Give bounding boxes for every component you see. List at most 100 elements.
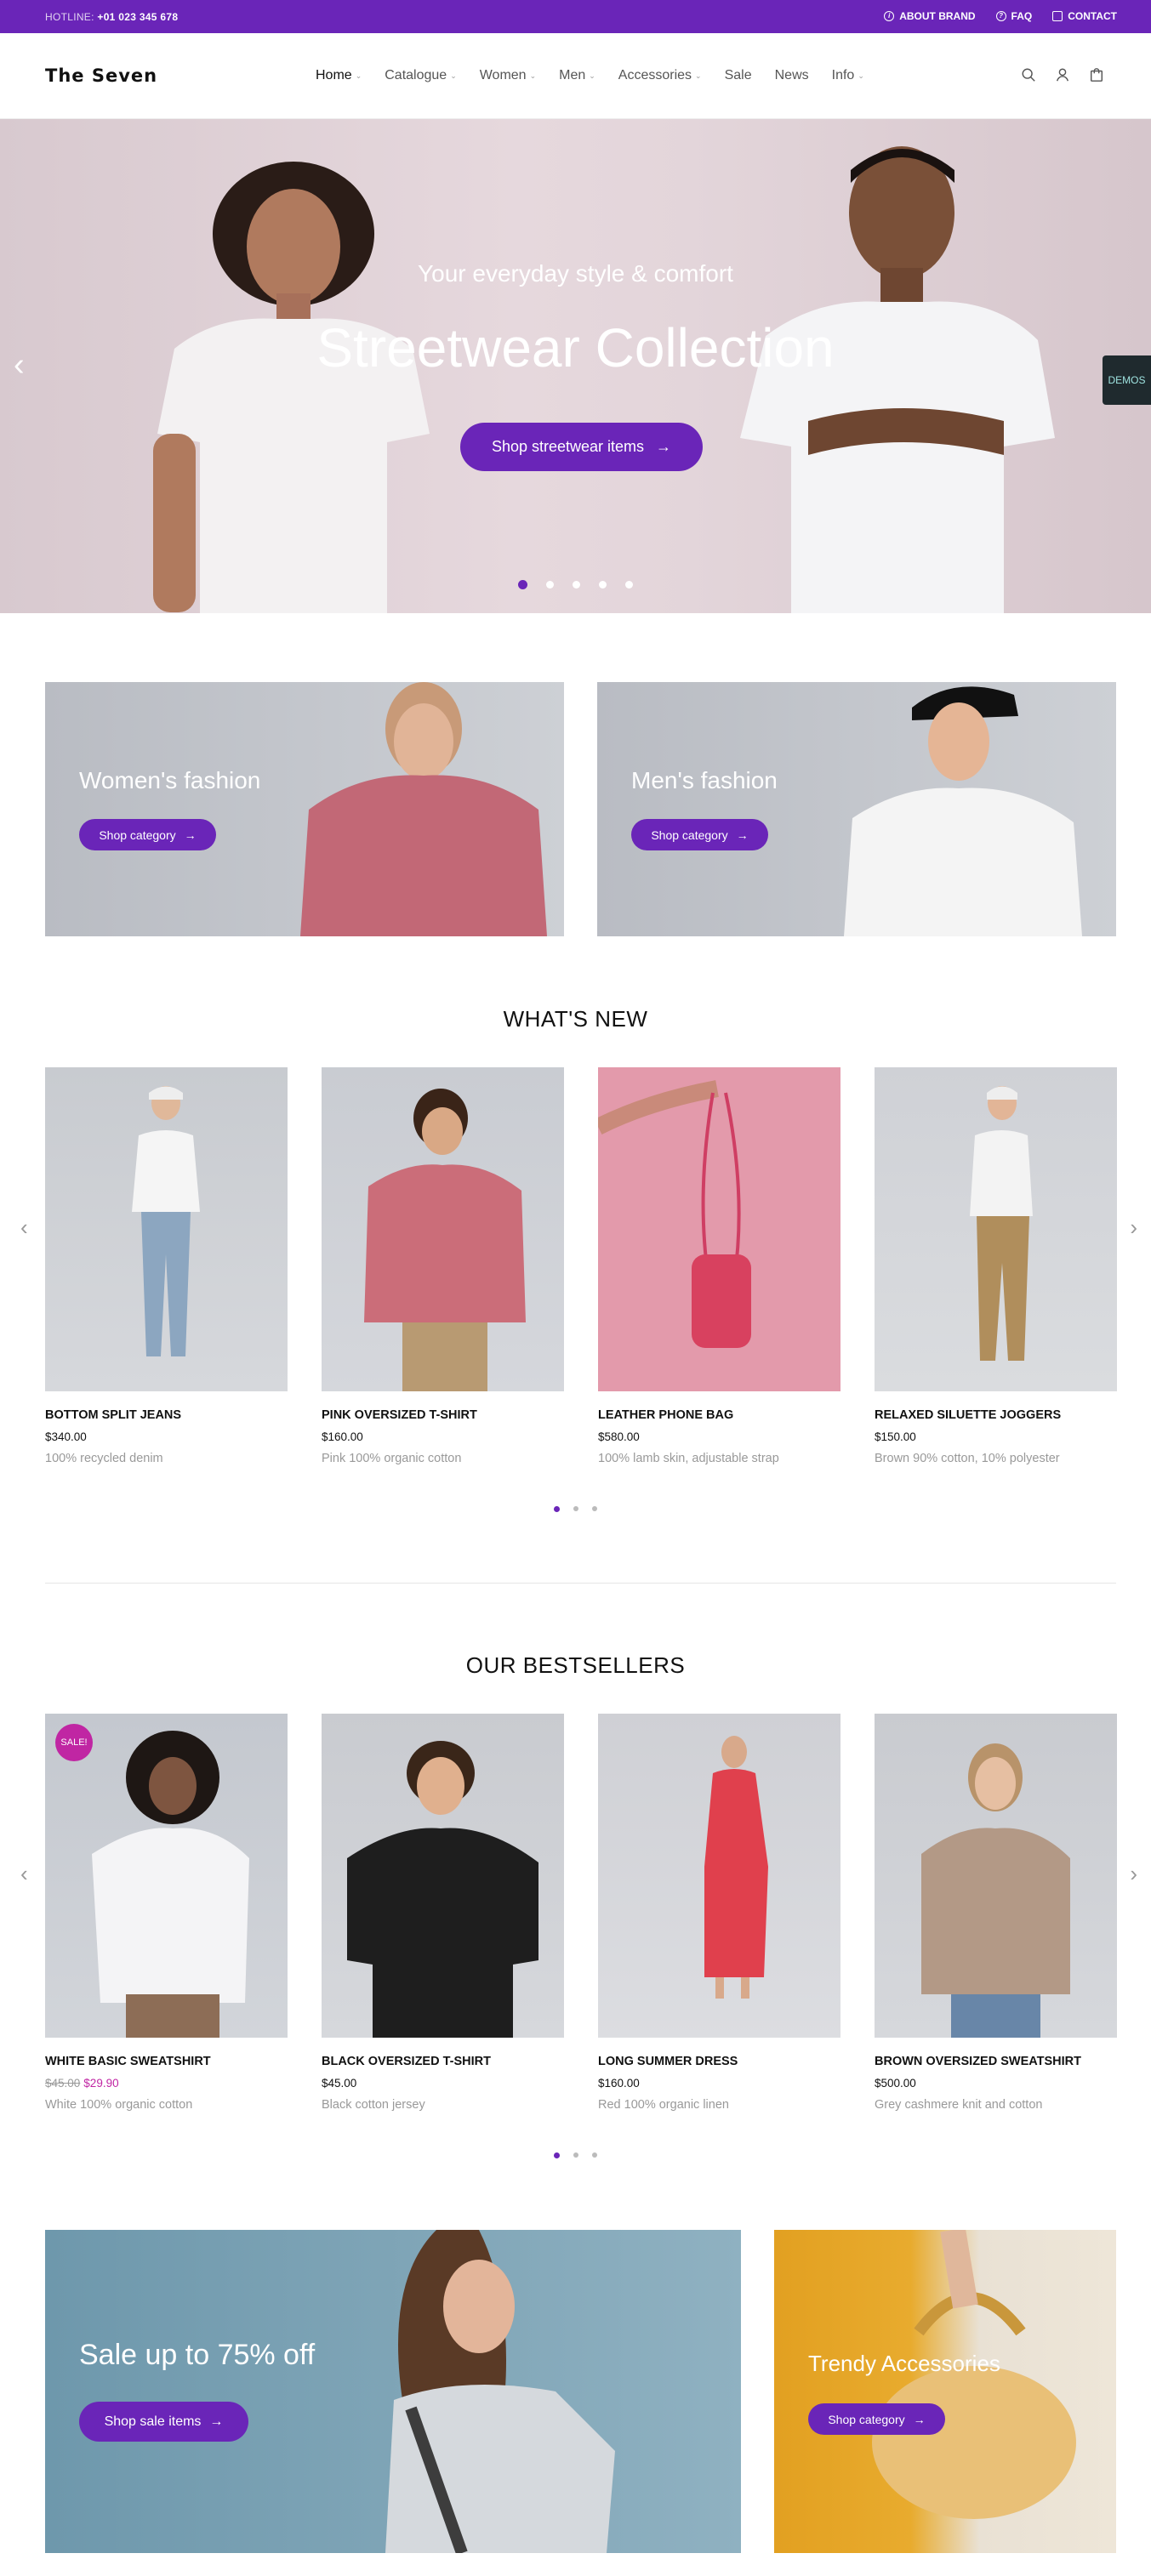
product-photo-pink-tshirt: [364, 1089, 526, 1391]
product-image[interactable]: [322, 1067, 564, 1391]
shop-category-button[interactable]: Shop category →: [79, 819, 216, 850]
product-desc: Grey cashmere knit and cotton: [875, 2098, 1043, 2112]
nav-item-accessories[interactable]: Accessories ⌄: [618, 68, 702, 83]
shop-streetwear-button[interactable]: Shop streetwear items →: [460, 423, 703, 471]
nav-item-women[interactable]: Women ⌄: [480, 68, 536, 83]
product-card[interactable]: PINK OVERSIZED T-SHIRT $160.00 Pink 100%…: [322, 1067, 564, 1465]
whats-new-prev-icon[interactable]: ‹: [20, 1216, 28, 1238]
shop-category-label: Shop category: [99, 827, 176, 842]
hero-dot[interactable]: [546, 581, 554, 589]
slider-dot[interactable]: [592, 2152, 597, 2158]
chevron-down-icon: ⌄: [695, 71, 702, 80]
arrow-right-icon: →: [184, 827, 197, 842]
slider-dot[interactable]: [554, 1506, 560, 1512]
product-desc: Pink 100% organic cotton: [322, 1452, 462, 1465]
hero-slider: Your everyday style & comfort Streetwear…: [0, 119, 1151, 613]
slider-dot[interactable]: [554, 2152, 560, 2158]
bag-icon[interactable]: [1089, 67, 1104, 82]
bestsellers-prev-icon[interactable]: ‹: [20, 1862, 28, 1885]
contact-link[interactable]: CONTACT: [1052, 10, 1117, 22]
product-price: $160.00: [322, 1430, 363, 1443]
nav-item-sale[interactable]: Sale: [725, 68, 752, 83]
product-image[interactable]: [45, 1067, 288, 1391]
about-brand-link[interactable]: i ABOUT BRAND: [884, 10, 976, 22]
product-image[interactable]: [875, 1714, 1117, 2038]
sale-promo-banner[interactable]: Sale up to 75% off Shop sale items →: [45, 2230, 741, 2553]
whats-new-next-icon[interactable]: ›: [1130, 1216, 1137, 1238]
product-card[interactable]: BLACK OVERSIZED T-SHIRT $45.00 Black cot…: [322, 1714, 564, 2112]
product-name[interactable]: PINK OVERSIZED T-SHIRT: [322, 1408, 564, 1422]
shop-sale-items-button[interactable]: Shop sale items →: [79, 2402, 248, 2442]
product-name[interactable]: LONG SUMMER DRESS: [598, 2055, 840, 2068]
chevron-down-icon: ⌄: [529, 71, 537, 80]
category-title: Men's fashion: [631, 767, 778, 793]
product-price: $45.00: [322, 2077, 357, 2090]
product-card[interactable]: LEATHER PHONE BAG $580.00 100% lamb skin…: [598, 1067, 840, 1465]
accessories-promo-image: [872, 2230, 1076, 2519]
hero-prev-arrow-icon[interactable]: ‹: [14, 349, 25, 381]
shop-accessories-button[interactable]: Shop category →: [808, 2403, 945, 2435]
category-banner-women[interactable]: Women's fashion Shop category →: [45, 682, 564, 936]
hero-dot[interactable]: [625, 581, 633, 589]
main-nav: Home ⌄ Catalogue ⌄ Women ⌄ Men ⌄ Accessories…: [316, 68, 864, 83]
bestsellers-title: OUR BESTSELLERS: [465, 1652, 686, 1678]
product-card[interactable]: BROWN OVERSIZED SWEATSHIRT $500.00 Grey …: [875, 1714, 1117, 2112]
site-logo[interactable]: The Seven: [45, 65, 157, 86]
product-name[interactable]: LEATHER PHONE BAG: [598, 1408, 840, 1422]
product-price: $45.00 $29.90: [45, 2077, 288, 2090]
product-photo-phone-bag: [598, 1080, 751, 1348]
nav-label: Men: [559, 68, 586, 82]
product-price: $500.00: [875, 2077, 916, 2090]
whats-new-title: WHAT'S NEW: [503, 1006, 648, 1032]
slider-dot[interactable]: [573, 1506, 578, 1511]
hero-dot[interactable]: [599, 581, 607, 589]
product-card[interactable]: BOTTOM SPLIT JEANS $340.00 100% recycled…: [45, 1067, 288, 1465]
hero-dot[interactable]: [518, 580, 527, 589]
hero-dot[interactable]: [573, 581, 580, 589]
chevron-down-icon: ⌄: [858, 71, 864, 80]
product-name[interactable]: BOTTOM SPLIT JEANS: [45, 1408, 288, 1422]
hotline-label: HOTLINE:: [45, 11, 94, 23]
hotline-number[interactable]: +01 023 345 678: [97, 11, 178, 23]
user-icon[interactable]: [1055, 67, 1070, 82]
contact-label: CONTACT: [1068, 10, 1117, 22]
product-desc: Red 100% organic linen: [598, 2098, 729, 2112]
product-name[interactable]: BROWN OVERSIZED SWEATSHIRT: [875, 2055, 1117, 2068]
nav-label: Catalogue: [385, 68, 447, 82]
product-card[interactable]: RELAXED SILUETTE JOGGERS $150.00 Brown 9…: [875, 1067, 1117, 1465]
mail-icon: [1052, 11, 1063, 21]
accessories-promo-banner[interactable]: Trendy Accessories Shop category →: [774, 2230, 1116, 2553]
product-image[interactable]: [875, 1067, 1117, 1391]
nav-item-news[interactable]: News: [775, 68, 809, 83]
faq-label: FAQ: [1011, 10, 1033, 22]
slider-dot[interactable]: [573, 2152, 578, 2158]
nav-item-catalogue[interactable]: Catalogue ⌄: [385, 68, 457, 83]
arrow-right-icon: →: [736, 827, 749, 842]
bestsellers-next-icon[interactable]: ›: [1130, 1862, 1137, 1885]
product-name[interactable]: BLACK OVERSIZED T-SHIRT: [322, 2055, 564, 2068]
product-card[interactable]: LONG SUMMER DRESS $160.00 Red 100% organ…: [598, 1714, 840, 2112]
demos-button[interactable]: DEMOS: [1103, 355, 1151, 405]
shop-category-label: Shop category: [651, 827, 728, 842]
search-icon[interactable]: [1021, 67, 1036, 82]
category-banner-men[interactable]: Men's fashion Shop category →: [597, 682, 1116, 936]
nav-label: Sale: [724, 68, 752, 82]
product-name[interactable]: RELAXED SILUETTE JOGGERS: [875, 1408, 1117, 1422]
nav-label: Info: [831, 68, 855, 82]
product-photo-summer-dress: [704, 1736, 768, 1999]
product-card[interactable]: SALE! WHITE BASIC SWEATSHIRT $45.00 $29.9…: [45, 1714, 288, 2112]
slider-dot[interactable]: [592, 1506, 597, 1511]
product-price: $160.00: [598, 2077, 640, 2090]
bestsellers-pagination: [0, 2152, 1151, 2158]
product-image[interactable]: [322, 1714, 564, 2038]
nav-item-men[interactable]: Men ⌄: [559, 68, 595, 83]
product-image[interactable]: SALE!: [45, 1714, 288, 2038]
site-header: The Seven Home ⌄ Catalogue ⌄ Women ⌄ Men ⌄ A…: [0, 33, 1151, 119]
product-image[interactable]: [598, 1714, 840, 2038]
product-name[interactable]: WHITE BASIC SWEATSHIRT: [45, 2055, 288, 2068]
product-image[interactable]: [598, 1067, 840, 1391]
nav-item-info[interactable]: Info ⌄: [832, 68, 864, 83]
nav-item-home[interactable]: Home ⌄: [316, 68, 362, 83]
shop-category-button[interactable]: Shop category →: [631, 819, 768, 850]
faq-link[interactable]: ? FAQ: [995, 10, 1033, 22]
